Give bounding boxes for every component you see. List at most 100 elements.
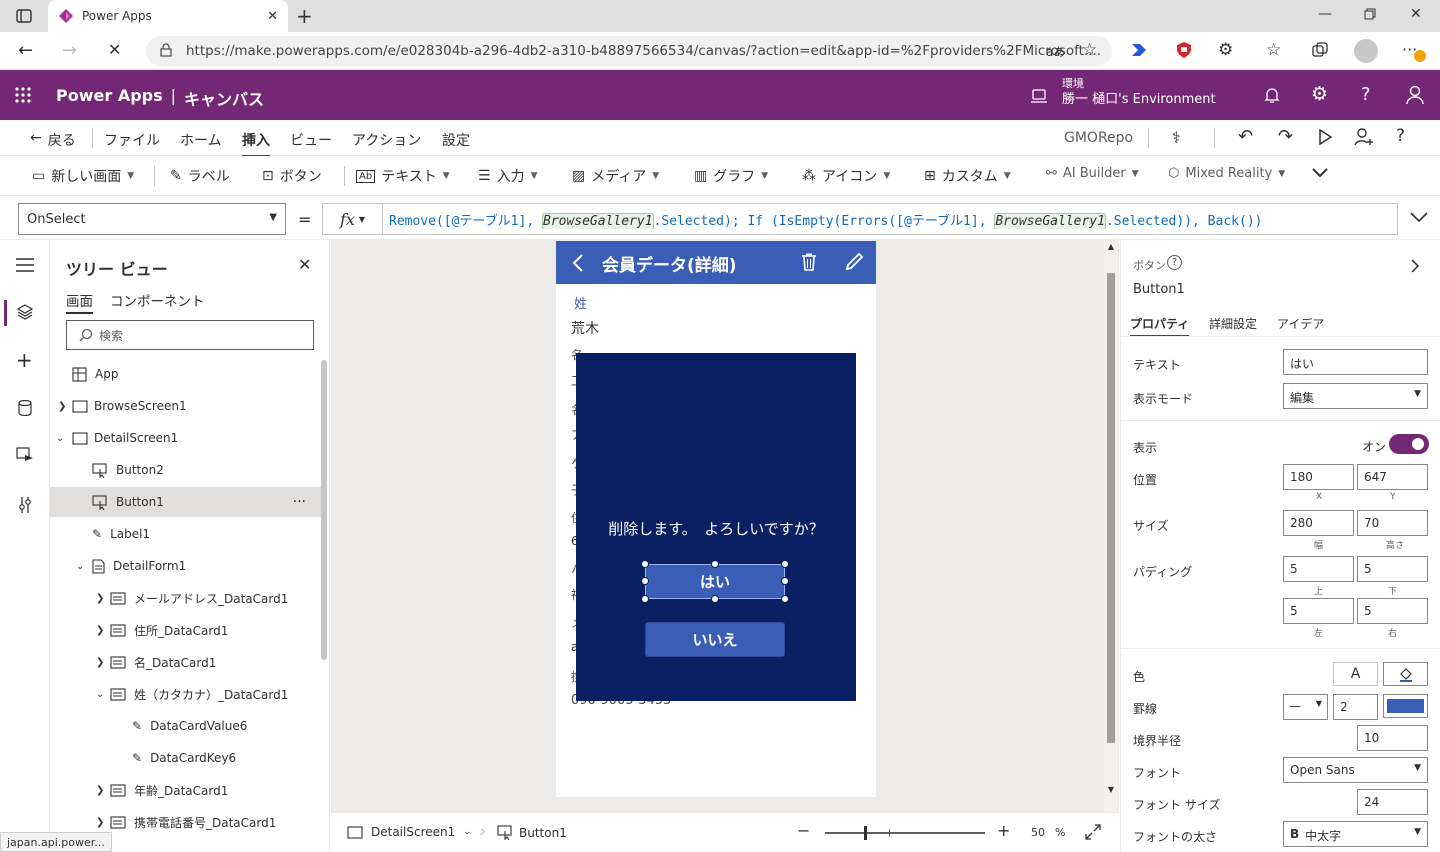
- tree-node-datacard[interactable]: ⌄ 姓（カタカナ）_DataCard1: [50, 679, 322, 709]
- tab-components[interactable]: コンポーネント: [110, 290, 205, 310]
- fit-to-window-icon[interactable]: [1085, 824, 1101, 840]
- font-color-picker[interactable]: A: [1333, 662, 1378, 686]
- help-question-icon[interactable]: ?: [1361, 84, 1371, 105]
- media-library-icon[interactable]: [16, 446, 34, 462]
- menu-insert[interactable]: 挿入: [242, 130, 270, 157]
- tree-node-button2[interactable]: Button2: [50, 455, 322, 485]
- custom-button[interactable]: ⊞ カスタム ▼: [924, 166, 1011, 186]
- fill-color-picker[interactable]: [1383, 662, 1428, 686]
- read-aloud-icon[interactable]: aあ: [1046, 43, 1065, 60]
- app-launcher-icon[interactable]: [15, 87, 31, 103]
- expand-formula-icon[interactable]: [1410, 212, 1428, 223]
- tree-node-datacard[interactable]: ❯ 年齢_DataCard1: [50, 775, 322, 805]
- tree-node-datacardkey6[interactable]: ✎ DataCardKey6: [50, 743, 322, 773]
- close-tree-icon[interactable]: ✕: [298, 255, 311, 274]
- scroll-up-icon[interactable]: ▲: [1104, 242, 1118, 251]
- media-button[interactable]: ▨ メディア ▼: [572, 166, 659, 186]
- new-screen-button[interactable]: ▭ 新しい画面 ▼: [32, 166, 134, 186]
- fx-button[interactable]: fx ▼: [323, 204, 383, 234]
- tree-node-detailform1[interactable]: ⌄ DetailForm1: [50, 551, 322, 581]
- restore-icon[interactable]: [1364, 8, 1376, 20]
- advanced-tools-icon[interactable]: [18, 496, 32, 514]
- y-input[interactable]: 647: [1357, 464, 1428, 490]
- account-user-icon[interactable]: [1406, 85, 1424, 105]
- settings-gear-icon[interactable]: ⚙: [1311, 83, 1328, 105]
- tree-node-datacard[interactable]: ❯ 住所_DataCard1: [50, 615, 322, 645]
- tab-properties[interactable]: プロパティ: [1130, 315, 1190, 337]
- profile-avatar[interactable]: [1354, 39, 1378, 63]
- tree-node-label1[interactable]: ✎ Label1: [50, 519, 322, 549]
- tab-ideas[interactable]: アイデア: [1277, 315, 1324, 332]
- close-window-icon[interactable]: ✕: [1410, 6, 1422, 22]
- text-button[interactable]: Ab テキスト ▼: [356, 166, 450, 186]
- tab-advanced[interactable]: 詳細設定: [1209, 315, 1257, 332]
- extensions-icon[interactable]: ⚙: [1218, 40, 1233, 60]
- redo-icon[interactable]: ↷: [1278, 126, 1293, 147]
- app-checker-icon[interactable]: ⚕: [1172, 128, 1181, 147]
- radius-input[interactable]: 10: [1357, 725, 1428, 751]
- icon-button[interactable]: ⁂ アイコン ▼: [802, 166, 890, 186]
- padding-left-input[interactable]: 5: [1283, 598, 1354, 624]
- tab-actions-icon[interactable]: [14, 7, 34, 25]
- add-favorite-icon[interactable]: ☆: [1082, 40, 1097, 60]
- menu-action[interactable]: アクション: [352, 130, 421, 150]
- shield-extension-icon[interactable]: [1176, 41, 1192, 59]
- font-dropdown[interactable]: Open Sans ▼: [1283, 757, 1428, 783]
- mixed-reality-button[interactable]: ⬡ Mixed Reality ▼: [1168, 166, 1285, 181]
- tree-node-button1[interactable]: Button1 ···: [50, 487, 322, 517]
- insert-button-button[interactable]: ⊡ ボタン: [262, 166, 322, 186]
- border-width-input[interactable]: 2: [1333, 694, 1378, 720]
- play-preview-icon[interactable]: [1318, 129, 1332, 145]
- resize-handle[interactable]: [781, 560, 789, 568]
- collapse-panel-icon[interactable]: [1410, 258, 1420, 274]
- resize-handle[interactable]: [781, 577, 789, 585]
- expand-ribbon-icon[interactable]: [1312, 168, 1328, 178]
- zoom-slider[interactable]: [825, 826, 985, 840]
- tree-view-layers-icon[interactable]: [17, 304, 33, 320]
- input-button[interactable]: ☰ 入力 ▼: [478, 166, 537, 186]
- edit-pencil-icon[interactable]: [844, 252, 864, 272]
- new-tab-icon[interactable]: +: [296, 4, 313, 28]
- environment-picker[interactable]: 環境 勝一 樋口's Environment: [1062, 76, 1216, 108]
- more-options-icon[interactable]: ···: [293, 494, 306, 510]
- resize-handle[interactable]: [781, 595, 789, 603]
- hamburger-menu-icon[interactable]: [16, 258, 34, 272]
- visible-toggle[interactable]: [1389, 434, 1429, 454]
- x-input[interactable]: 180: [1283, 464, 1354, 490]
- url-field[interactable]: https://make.powerapps.com/e/e028304b-a2…: [146, 36, 1112, 66]
- font-size-input[interactable]: 24: [1357, 789, 1428, 815]
- tab-screens[interactable]: 画面: [66, 290, 93, 314]
- label-button[interactable]: ✎ ラベル: [170, 166, 230, 186]
- control-breadcrumb[interactable]: Button1: [497, 825, 567, 840]
- browser-tab[interactable]: Power Apps ✕: [48, 0, 288, 32]
- undo-icon[interactable]: ↶: [1238, 126, 1253, 147]
- zoom-out-icon[interactable]: −: [797, 821, 810, 840]
- text-property-input[interactable]: はい: [1283, 349, 1428, 375]
- share-user-icon[interactable]: [1354, 128, 1374, 146]
- resize-handle[interactable]: [641, 577, 649, 585]
- menu-settings[interactable]: 設定: [442, 130, 470, 150]
- resize-handle[interactable]: [641, 595, 649, 603]
- menu-view[interactable]: ビュー: [290, 130, 332, 150]
- padding-bottom-input[interactable]: 5: [1357, 556, 1428, 582]
- resize-handle[interactable]: [711, 560, 719, 568]
- graph-button[interactable]: ▥ グラフ ▼: [694, 166, 768, 186]
- tree-node-datacard[interactable]: ❯ 名_DataCard1: [50, 647, 322, 677]
- stop-loading-icon[interactable]: ✕: [108, 40, 121, 59]
- canvas-scrollbar[interactable]: ▲ ▼: [1104, 242, 1118, 812]
- menu-file[interactable]: ファイル: [104, 130, 160, 150]
- data-database-icon[interactable]: [18, 400, 32, 416]
- favorites-icon[interactable]: ☆: [1266, 40, 1281, 60]
- padding-top-input[interactable]: 5: [1283, 556, 1354, 582]
- no-button[interactable]: いいえ: [645, 622, 785, 657]
- formula-input[interactable]: fx ▼ Remove([@テーブル1], BrowseGallery1.Sel…: [322, 203, 1398, 235]
- extension-arrow-icon[interactable]: [1130, 42, 1148, 58]
- back-arrow-icon[interactable]: ←: [18, 40, 33, 61]
- height-input[interactable]: 70: [1357, 510, 1428, 536]
- zoom-in-icon[interactable]: +: [997, 821, 1010, 840]
- minimize-icon[interactable]: —: [1318, 6, 1332, 22]
- tree-node-detailscreen1[interactable]: ⌄ DetailScreen1: [50, 423, 322, 453]
- display-mode-dropdown[interactable]: 編集 ▼: [1283, 383, 1428, 409]
- screen-breadcrumb[interactable]: DetailScreen1 ⌄: [347, 825, 471, 839]
- scroll-down-icon[interactable]: ▼: [1104, 785, 1118, 794]
